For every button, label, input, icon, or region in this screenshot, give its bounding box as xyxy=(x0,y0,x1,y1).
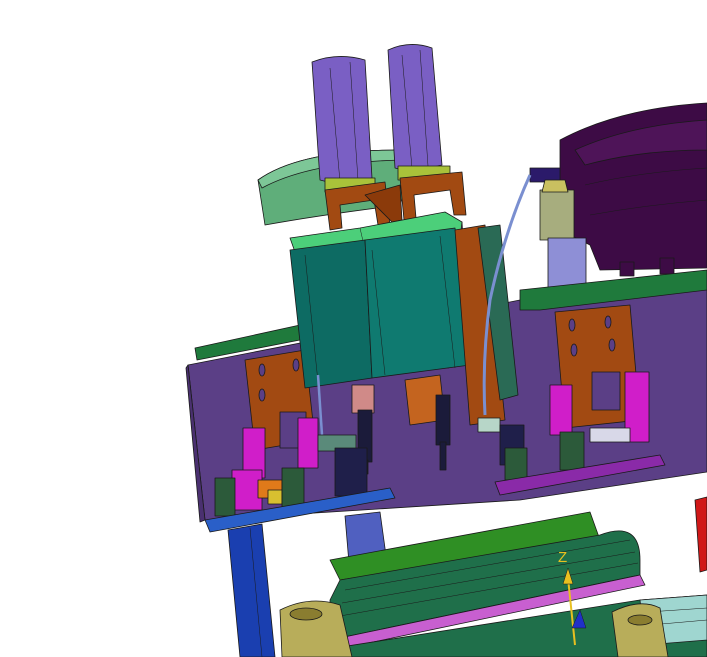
red-frame-part xyxy=(694,496,707,573)
conveyor-end-cap-right xyxy=(611,603,669,657)
cad-assembly-drawing: Z xyxy=(185,44,707,657)
conveyor-end-cap-left xyxy=(279,600,353,657)
cylinder-right xyxy=(387,44,451,181)
motor-block xyxy=(289,227,471,389)
leg-left xyxy=(227,523,276,657)
cad-viewport[interactable]: Z xyxy=(0,0,707,657)
yoke-right xyxy=(399,171,467,221)
cylinder-left xyxy=(311,56,376,193)
z-axis-label: Z xyxy=(558,549,567,566)
